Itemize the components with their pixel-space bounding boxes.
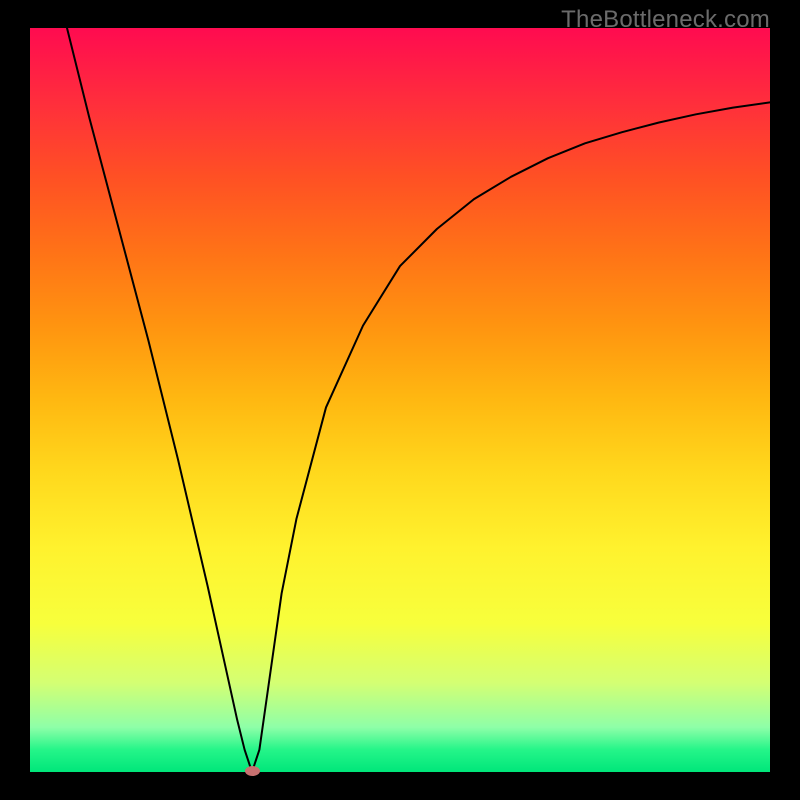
chart-container: TheBottleneck.com <box>0 0 800 800</box>
bottleneck-curve <box>67 28 770 772</box>
plot-area <box>30 28 770 772</box>
minimum-marker <box>245 766 260 776</box>
curve-svg <box>30 28 770 772</box>
